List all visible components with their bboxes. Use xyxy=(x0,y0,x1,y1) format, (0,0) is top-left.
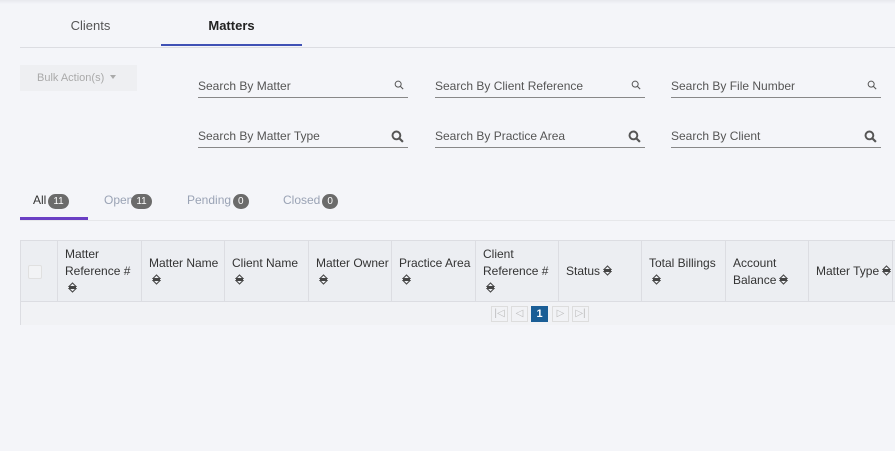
main-tabs: Clients Matters xyxy=(20,0,895,48)
pagination: |◁ ◁ 1 ▷ ▷| xyxy=(21,302,895,325)
column-label: Client Name xyxy=(232,255,299,270)
status-tab-label: Pending xyxy=(187,193,232,207)
search-icon xyxy=(391,130,404,143)
search-icon xyxy=(628,130,641,143)
column-label: Client Reference # xyxy=(483,247,549,278)
column-label: Matter Owner xyxy=(316,255,389,270)
table-header: Matter Reference # Matter Name Client Name… xyxy=(21,241,895,302)
search-input[interactable]: Search By Matter xyxy=(198,76,408,98)
column-header[interactable]: Practice Area xyxy=(392,241,476,302)
sort-icon[interactable] xyxy=(779,273,789,285)
search-input[interactable]: Search By Practice Area xyxy=(435,126,645,148)
bulk-action-label: Bulk Action(s) xyxy=(37,72,105,84)
caret-down-icon xyxy=(110,75,117,79)
page-button[interactable]: 1 xyxy=(531,306,548,322)
next-page-icon[interactable]: ▷ xyxy=(552,306,569,322)
sort-icon[interactable] xyxy=(651,273,662,285)
last-page-icon[interactable]: ▷| xyxy=(572,306,589,322)
column-label: Practice Area xyxy=(399,255,471,270)
status-tab-label: Closed xyxy=(283,193,321,207)
column-label: Account Balance xyxy=(733,255,777,287)
count-badge: 11 xyxy=(131,194,152,209)
search-icon xyxy=(631,80,641,90)
sort-icon[interactable] xyxy=(401,273,412,285)
column-header[interactable]: Total Billings xyxy=(642,241,726,302)
status-tab-closed[interactable]: Closed 0 xyxy=(283,193,338,209)
tab-matters[interactable]: Matters xyxy=(161,18,302,33)
tab-clients[interactable]: Clients xyxy=(20,18,161,33)
prev-page-icon[interactable]: ◁ xyxy=(511,306,528,322)
search-input[interactable]: Search By File Number xyxy=(671,76,881,98)
search-placeholder: Search By Matter Type xyxy=(198,129,320,143)
search-icon xyxy=(867,80,877,90)
column-label: Matter Type xyxy=(816,264,880,278)
column-header[interactable]: Status xyxy=(559,241,642,302)
column-header[interactable]: Account Balance xyxy=(726,241,809,302)
column-header[interactable]: Matter Type xyxy=(809,241,893,302)
search-placeholder: Search By Matter xyxy=(198,79,291,93)
search-input[interactable]: Search By Client xyxy=(671,126,881,148)
search-icon xyxy=(394,80,404,90)
column-header[interactable]: Matter Reference # xyxy=(58,241,142,302)
sort-icon[interactable] xyxy=(67,282,78,293)
column-label: Status xyxy=(566,264,601,278)
column-label: Matter Name xyxy=(149,255,219,270)
active-tab-indicator xyxy=(161,44,302,46)
search-input[interactable]: Search By Matter Type xyxy=(198,126,408,148)
search-placeholder: Search By Client xyxy=(671,129,761,143)
sort-icon[interactable] xyxy=(151,273,162,285)
divider xyxy=(20,220,895,221)
sort-icon[interactable] xyxy=(234,273,245,285)
status-tab-all[interactable]: All 11 xyxy=(33,193,69,209)
status-tab-pending[interactable]: Pending 0 xyxy=(187,193,249,209)
select-all-checkbox[interactable] xyxy=(28,265,42,279)
search-icon xyxy=(864,130,877,143)
column-header[interactable]: Matter Owner xyxy=(309,241,392,302)
sort-icon[interactable] xyxy=(881,265,892,276)
search-placeholder: Search By File Number xyxy=(671,79,796,93)
bulk-action-button[interactable]: Bulk Action(s) xyxy=(20,65,137,91)
column-label: Total Billings xyxy=(649,255,716,270)
first-page-icon[interactable]: |◁ xyxy=(491,306,508,322)
matters-table: Matter Reference # Matter Name Client Name… xyxy=(20,240,895,325)
column-label: Matter Reference # xyxy=(65,247,131,278)
sort-icon[interactable] xyxy=(485,282,496,293)
column-header[interactable]: Client Reference # xyxy=(476,241,559,302)
select-column xyxy=(21,241,58,302)
status-tab-label: All xyxy=(33,193,47,207)
column-header[interactable]: Client Name xyxy=(225,241,309,302)
status-tab-open[interactable]: Open 11 xyxy=(104,193,152,209)
column-header[interactable]: Matter Name xyxy=(142,241,225,302)
count-badge: 11 xyxy=(48,194,69,209)
count-badge: 0 xyxy=(233,194,249,209)
sort-icon[interactable] xyxy=(602,265,613,276)
count-badge: 0 xyxy=(322,194,338,209)
search-placeholder: Search By Client Reference xyxy=(435,79,584,93)
search-placeholder: Search By Practice Area xyxy=(435,129,566,143)
status-tab-label: Open xyxy=(104,193,134,207)
sort-icon[interactable] xyxy=(318,273,329,285)
search-input[interactable]: Search By Client Reference xyxy=(435,76,645,98)
